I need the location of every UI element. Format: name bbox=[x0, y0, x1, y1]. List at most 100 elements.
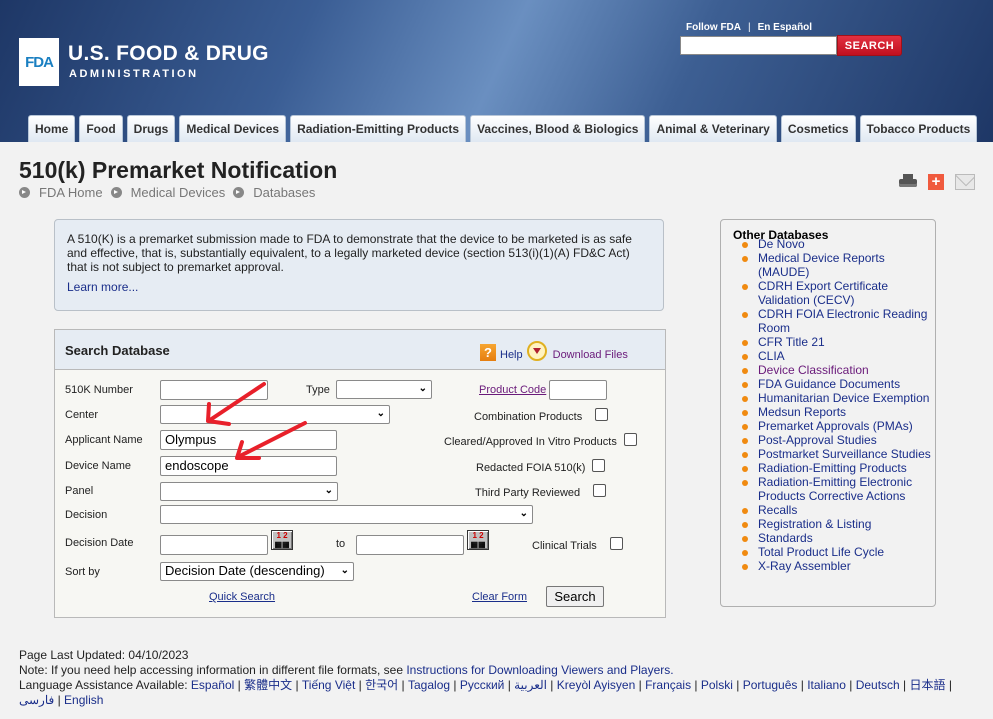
quick-search-link[interactable]: Quick Search bbox=[209, 591, 275, 603]
sort-by-select[interactable]: Decision Date (descending) ⌄ bbox=[160, 562, 354, 581]
instructions-link[interactable]: Instructions for Downloading Viewers and… bbox=[406, 663, 673, 677]
clinical-trials-checkbox[interactable] bbox=[610, 537, 623, 550]
en-espanol-link[interactable]: En Español bbox=[758, 22, 812, 33]
language-link[interactable]: Español bbox=[191, 678, 234, 692]
sidebar-item[interactable]: Humanitarian Device Exemption bbox=[738, 391, 933, 405]
decision-select[interactable]: ⌄ bbox=[160, 505, 533, 524]
product-code-input[interactable] bbox=[549, 380, 607, 400]
breadcrumb-databases[interactable]: Databases bbox=[253, 185, 315, 200]
main-nav: Home Food Drugs Medical Devices Radiatio… bbox=[28, 115, 978, 142]
mail-icon[interactable] bbox=[955, 174, 975, 190]
date-to-label: to bbox=[336, 538, 346, 550]
follow-fda-link[interactable]: Follow FDA bbox=[686, 22, 741, 33]
chevron-right-icon bbox=[19, 187, 30, 198]
calendar-icon[interactable]: 1 2 ▦▦ bbox=[467, 530, 489, 550]
sidebar-item[interactable]: De Novo bbox=[738, 237, 933, 251]
help-link[interactable]: Help bbox=[500, 349, 523, 361]
help-icon[interactable]: ? bbox=[480, 344, 496, 361]
language-link[interactable]: Français bbox=[645, 678, 691, 692]
nav-tab-cosmetics[interactable]: Cosmetics bbox=[780, 115, 856, 142]
breadcrumb-fda-home[interactable]: FDA Home bbox=[39, 185, 103, 200]
sidebar-item[interactable]: Premarket Approvals (PMAs) bbox=[738, 419, 933, 433]
clinical-trials-label: Clinical Trials bbox=[532, 540, 597, 552]
language-link[interactable]: Tagalog bbox=[408, 678, 450, 692]
language-link[interactable]: 繁體中文 bbox=[244, 678, 292, 692]
sidebar-item[interactable]: Radiation-Emitting Electronic Products C… bbox=[738, 475, 933, 503]
sidebar-item[interactable]: Standards bbox=[738, 531, 933, 545]
download-files-link[interactable]: Download Files bbox=[553, 349, 628, 361]
sidebar-item[interactable]: X-Ray Assembler bbox=[738, 559, 933, 573]
decision-date-to-input[interactable] bbox=[356, 535, 464, 555]
language-link[interactable]: Português bbox=[743, 678, 798, 692]
site-search-button[interactable]: SEARCH bbox=[837, 35, 902, 56]
sidebar-item[interactable]: FDA Guidance Documents bbox=[738, 377, 933, 391]
device-input[interactable]: endoscope bbox=[160, 456, 337, 476]
sort-by-label: Sort by bbox=[65, 566, 100, 578]
third-party-checkbox[interactable] bbox=[593, 484, 606, 497]
download-icon[interactable] bbox=[526, 341, 547, 361]
plus-icon[interactable]: + bbox=[928, 174, 944, 190]
language-link[interactable]: 日本語 bbox=[910, 678, 946, 692]
sidebar-item[interactable]: Post-Approval Studies bbox=[738, 433, 933, 447]
sidebar-item[interactable]: CLIA bbox=[738, 349, 933, 363]
file-format-note: Note: If you need help accessing informa… bbox=[19, 663, 674, 677]
learn-more-link[interactable]: Learn more... bbox=[67, 280, 138, 294]
sidebar-list: De Novo Medical Device Reports (MAUDE) CDR… bbox=[738, 237, 933, 573]
info-text: A 510(K) is a premarket submission made … bbox=[67, 232, 632, 274]
language-link[interactable]: العربية bbox=[514, 678, 547, 692]
nav-tab-radiation[interactable]: Radiation-Emitting Products bbox=[290, 115, 467, 142]
clear-form-link[interactable]: Clear Form bbox=[472, 591, 527, 603]
language-link[interactable]: 한국어 bbox=[365, 678, 398, 692]
nav-tab-drugs[interactable]: Drugs bbox=[126, 115, 176, 142]
language-link[interactable]: Italiano bbox=[807, 678, 846, 692]
language-link[interactable]: Kreyòl Ayisyen bbox=[557, 678, 636, 692]
k-number-label: 510K Number bbox=[65, 384, 133, 396]
sidebar-item[interactable]: Registration & Listing bbox=[738, 517, 933, 531]
nav-tab-food[interactable]: Food bbox=[79, 115, 123, 142]
sidebar-item[interactable]: CDRH FOIA Electronic Reading Room bbox=[738, 307, 933, 335]
sidebar-item[interactable]: Total Product Life Cycle bbox=[738, 545, 933, 559]
sidebar-item[interactable]: Medical Device Reports (MAUDE) bbox=[738, 251, 933, 279]
search-panel-header: Search Database ? Help Download Files bbox=[55, 330, 665, 370]
breadcrumb-medical-devices[interactable]: Medical Devices bbox=[131, 185, 226, 200]
panel-select[interactable]: ⌄ bbox=[160, 482, 338, 501]
sidebar-item[interactable]: Device Classification bbox=[738, 363, 933, 377]
nav-tab-medical-devices[interactable]: Medical Devices bbox=[179, 115, 287, 142]
fda-logo[interactable]: FDA bbox=[19, 38, 59, 86]
decision-date-from-input[interactable] bbox=[160, 535, 268, 555]
nav-tab-vaccines[interactable]: Vaccines, Blood & Biologics bbox=[470, 115, 646, 142]
site-search-input[interactable] bbox=[680, 36, 837, 55]
sidebar-item[interactable]: Radiation-Emitting Products bbox=[738, 461, 933, 475]
sidebar-item[interactable]: Recalls bbox=[738, 503, 933, 517]
other-databases-sidebar: Other Databases De Novo Medical Device Re… bbox=[720, 219, 936, 607]
combination-checkbox[interactable] bbox=[595, 408, 608, 421]
type-select[interactable]: ⌄ bbox=[336, 380, 432, 399]
language-link[interactable]: فارسی bbox=[19, 693, 54, 707]
chevron-down-icon: ⌄ bbox=[340, 565, 349, 576]
printer-icon[interactable] bbox=[899, 174, 917, 190]
combination-label: Combination Products bbox=[474, 411, 583, 423]
search-button[interactable]: Search bbox=[546, 586, 604, 607]
in-vitro-checkbox[interactable] bbox=[624, 433, 637, 446]
sidebar-item[interactable]: Medsun Reports bbox=[738, 405, 933, 419]
chevron-right-icon bbox=[110, 187, 122, 198]
language-link[interactable]: Polski bbox=[701, 678, 733, 692]
language-link[interactable]: Deutsch bbox=[856, 678, 900, 692]
language-link[interactable]: Русский bbox=[460, 678, 505, 692]
nav-tab-tobacco[interactable]: Tobacco Products bbox=[859, 115, 978, 142]
nav-tab-animal[interactable]: Animal & Veterinary bbox=[649, 115, 777, 142]
calendar-icon[interactable]: 1 2 ▦▦ bbox=[271, 530, 293, 550]
chevron-right-icon bbox=[233, 187, 245, 198]
language-link[interactable]: Tiếng Việt bbox=[302, 678, 355, 692]
product-code-link[interactable]: Product Code bbox=[479, 384, 546, 396]
page-tools: + bbox=[899, 174, 975, 190]
nav-tab-home[interactable]: Home bbox=[28, 115, 76, 142]
applicant-input[interactable]: Olympus bbox=[160, 430, 337, 450]
sidebar-item[interactable]: CFR Title 21 bbox=[738, 335, 933, 349]
sidebar-item[interactable]: Postmarket Surveillance Studies bbox=[738, 447, 933, 461]
k-number-input[interactable] bbox=[160, 380, 268, 400]
sidebar-item[interactable]: CDRH Export Certificate Validation (CECV… bbox=[738, 279, 933, 307]
redacted-checkbox[interactable] bbox=[592, 459, 605, 472]
center-select[interactable]: ⌄ bbox=[160, 405, 390, 424]
language-link[interactable]: English bbox=[64, 693, 103, 707]
